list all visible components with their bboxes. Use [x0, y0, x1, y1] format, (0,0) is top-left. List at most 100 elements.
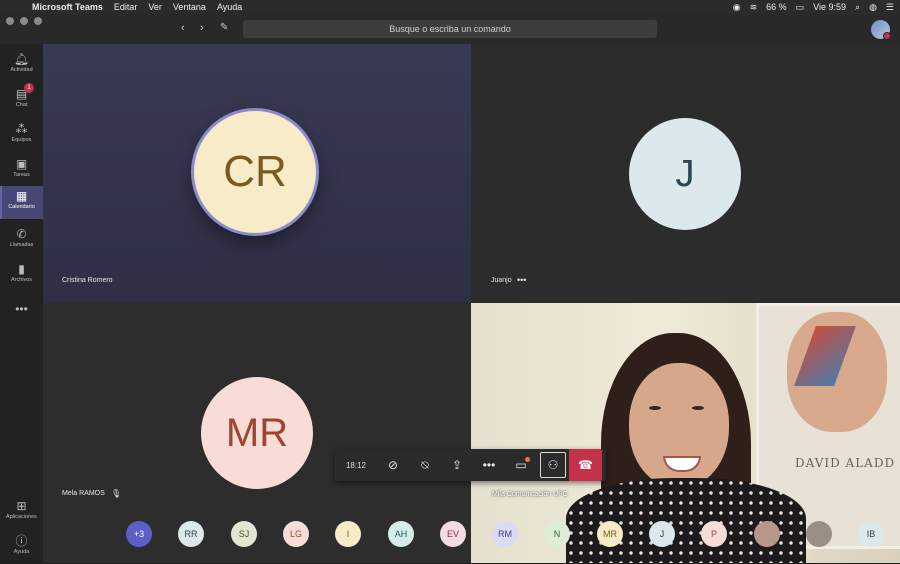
zoom-window-button[interactable]: [34, 17, 42, 25]
status-dot: [883, 32, 891, 40]
app-bar: 🔔︎ Actividad ▤ Chat 1 ⁂ Equipos ▣ Tareas…: [0, 44, 43, 563]
hang-up-button[interactable]: ☎: [569, 449, 602, 481]
notification-dot: [525, 457, 530, 462]
sidebar-item-label: Equipos: [11, 137, 32, 143]
file-icon: ▮: [18, 262, 25, 276]
menu-ver[interactable]: Ver: [148, 2, 162, 12]
title-bar: ‹ › ✎ Busque o escriba un comando: [0, 14, 900, 44]
macos-menubar: Microsoft Teams Editar Ver Ventana Ayuda…: [0, 0, 900, 14]
participant-avatar[interactable]: MR: [597, 521, 623, 547]
more-actions-button[interactable]: •••: [473, 449, 505, 481]
sidebar-item-aplicaciones[interactable]: ⊞ Aplicaciones: [0, 496, 43, 529]
sidebar-item-equipos[interactable]: ⁂ Equipos: [0, 119, 43, 152]
wifi-icon[interactable]: ≋: [750, 2, 758, 13]
show-participants-button[interactable]: ⚇: [537, 449, 569, 481]
sidebar-item-label: Aplicaciones: [6, 514, 37, 520]
camera-off-icon: ⊘: [387, 458, 399, 472]
sidebar-item-ayuda[interactable]: ⓘ Ayuda: [0, 531, 43, 564]
control-center-icon[interactable]: ☰: [886, 2, 894, 13]
battery-icon[interactable]: ▭: [796, 2, 805, 13]
chat-icon: ▤: [15, 87, 28, 101]
participant-avatar[interactable]: RM: [492, 521, 518, 547]
help-icon: ⓘ: [15, 534, 28, 548]
participant-photo-avatar[interactable]: [806, 521, 832, 547]
sidebar-item-calendario[interactable]: ▦ Calendario: [0, 186, 43, 219]
participant-avatar[interactable]: I: [335, 521, 361, 547]
sidebar-item-label: Actividad: [10, 67, 33, 73]
participant-avatar[interactable]: AH: [388, 521, 414, 547]
sidebar-item-label: Tareas: [13, 172, 30, 178]
video-tile-cristina[interactable]: CR Cristina Romero: [43, 44, 471, 303]
share-screen-icon: ⇪: [451, 458, 463, 472]
sidebar-item-chat[interactable]: ▤ Chat 1: [0, 83, 43, 117]
hang-up-icon: ☎: [578, 458, 593, 472]
window-controls: [6, 17, 42, 25]
phone-icon: ✆: [16, 227, 27, 241]
teams-icon: ⁂: [15, 122, 28, 136]
menu-ayuda[interactable]: Ayuda: [217, 2, 242, 12]
mic-toggle-button[interactable]: ⍉: [409, 449, 441, 481]
sidebar-item-label: Calendario: [8, 204, 35, 210]
profile-avatar[interactable]: [871, 20, 891, 40]
minimize-window-button[interactable]: [20, 17, 28, 25]
sidebar-item-label: Llamadas: [9, 242, 34, 248]
sidebar-item-llamadas[interactable]: ✆ Llamadas: [0, 224, 43, 257]
sidebar-item-label: Archivos: [10, 277, 33, 283]
avatar: MR: [201, 377, 313, 489]
command-search-input[interactable]: Busque o escriba un comando: [243, 20, 657, 38]
bell-icon: 🔔︎: [13, 52, 30, 66]
menu-ventana[interactable]: Ventana: [173, 2, 206, 12]
forward-chevron-icon[interactable]: ›: [200, 22, 204, 34]
participant-avatar[interactable]: P: [701, 521, 727, 547]
participant-avatar[interactable]: EV: [440, 521, 466, 547]
call-controls: 18:12 ⊘ ⍉ ⇪ ••• ▭ ⚇ ☎: [335, 449, 606, 481]
mic-muted-icon: 🎙︎: [111, 489, 122, 498]
menu-app-name[interactable]: Microsoft Teams: [32, 2, 103, 12]
tasks-icon: ▣: [15, 157, 28, 171]
apps-icon: ⊞: [16, 499, 27, 513]
close-window-button[interactable]: [6, 17, 14, 25]
participant-name: Juanjo: [491, 277, 512, 284]
participant-avatar[interactable]: LG: [283, 521, 309, 547]
participant-avatar[interactable]: +3: [126, 521, 152, 547]
battery-percent[interactable]: 66 %: [766, 2, 787, 12]
participant-name: Cristina Romero: [62, 277, 113, 284]
video-tile-mila[interactable]: DAVID ALADD Mila Comunicación UPC: [471, 303, 900, 563]
video-tile-juanjo[interactable]: J Juanjo •••: [471, 44, 900, 303]
person-eye: [692, 406, 704, 410]
user-icon[interactable]: ◍: [869, 2, 877, 13]
participants-icon: ⚇: [547, 458, 559, 472]
participant-avatar[interactable]: SJ: [231, 521, 257, 547]
sidebar-item-archivos[interactable]: ▮ Archivos: [0, 259, 43, 292]
person-eye: [649, 406, 661, 410]
participant-name: Mila Comunicación UPC: [492, 491, 568, 498]
camera-toggle-button[interactable]: ⊘: [377, 449, 409, 481]
more-icon: •••: [15, 302, 28, 316]
mic-off-icon: ⍉: [421, 457, 429, 472]
more-apps-button[interactable]: •••: [0, 299, 43, 332]
avatar: CR: [194, 111, 316, 233]
clock[interactable]: Vie 9:59: [813, 2, 846, 12]
participant-avatar[interactable]: N: [544, 521, 570, 547]
calendar-icon: ▦: [15, 189, 28, 203]
spotlight-search-icon[interactable]: ⌕: [855, 2, 860, 13]
sidebar-item-tareas[interactable]: ▣ Tareas: [0, 154, 43, 187]
more-icon: •••: [482, 458, 496, 472]
more-options-icon[interactable]: •••: [517, 275, 526, 285]
participant-name: Mela RAMOS: [62, 490, 105, 497]
participant-photo-avatar[interactable]: [754, 521, 780, 547]
poster-text: DAVID ALADD: [795, 456, 896, 470]
show-conversation-button[interactable]: ▭: [505, 449, 537, 481]
participant-avatar[interactable]: RR: [178, 521, 204, 547]
call-duration: 18:12: [345, 460, 367, 470]
back-chevron-icon[interactable]: ‹: [181, 22, 185, 34]
participant-avatar[interactable]: IB: [858, 521, 884, 547]
unread-badge: 1: [24, 83, 34, 93]
sidebar-item-actividad[interactable]: 🔔︎ Actividad: [0, 49, 43, 82]
menu-editar[interactable]: Editar: [114, 2, 138, 12]
participant-avatar[interactable]: J: [649, 521, 675, 547]
compose-icon[interactable]: ✎: [220, 22, 228, 33]
share-screen-button[interactable]: ⇪: [441, 449, 473, 481]
sidebar-item-label: Ayuda: [13, 549, 30, 555]
teams-status-icon[interactable]: ◉: [733, 2, 741, 13]
